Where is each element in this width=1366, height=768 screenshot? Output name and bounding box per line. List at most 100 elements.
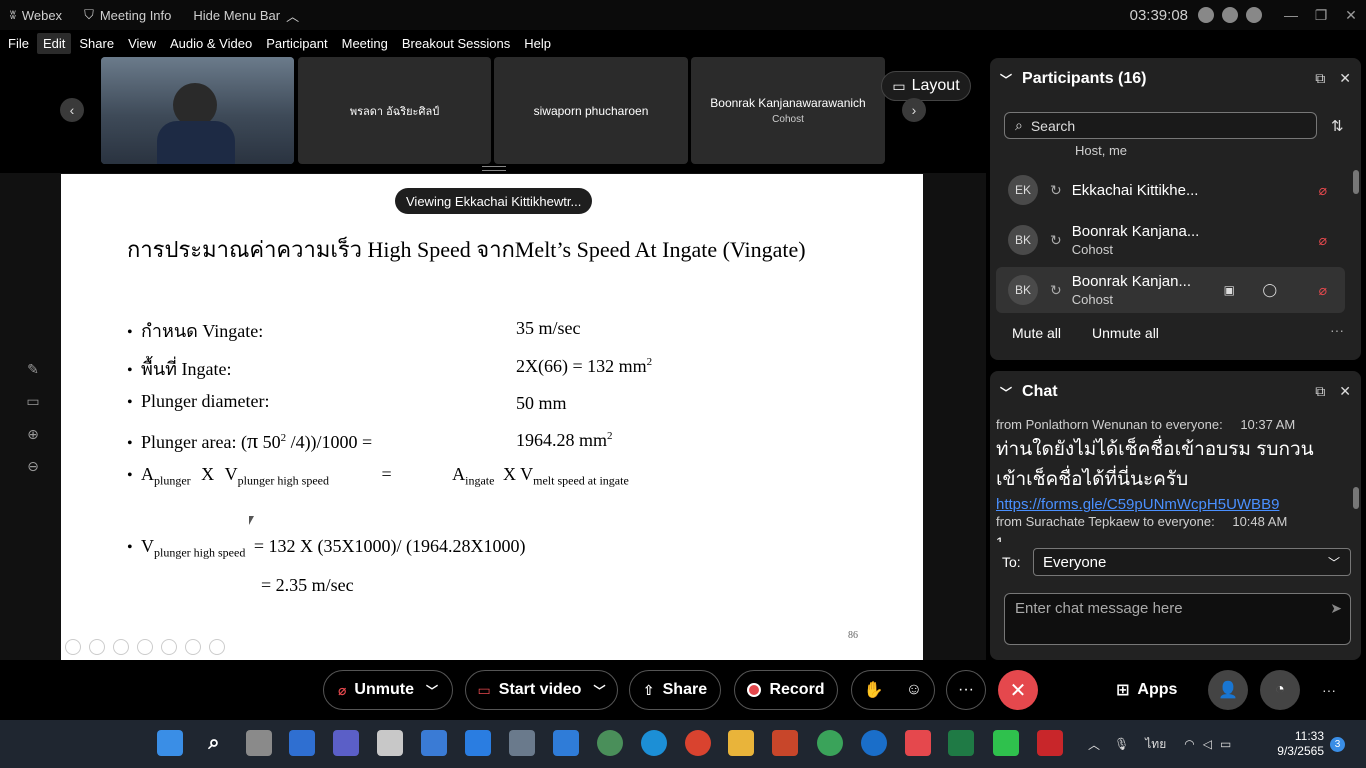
microphone-icon[interactable]: 🎙 (1114, 737, 1129, 751)
participants-header[interactable]: ﹀ Participants (16) (1000, 70, 1147, 88)
annotate-prev-icon[interactable] (65, 639, 81, 655)
raise-hand-icon[interactable]: ✋ (864, 680, 884, 700)
taskbar-clock[interactable]: 11:33 9/3/2565 (1272, 729, 1324, 759)
task-view-icon[interactable] (246, 730, 272, 756)
file-explorer-icon[interactable] (728, 730, 754, 756)
toolbar-overflow-icon[interactable]: ··· (1322, 682, 1336, 698)
wifi-icon[interactable]: ◠ (1184, 737, 1194, 751)
battery-icon[interactable]: ▭ (1220, 737, 1231, 751)
widgets-icon[interactable] (289, 730, 315, 756)
participant-row[interactable]: EK ↻ Ekkachai Kittikhe... ⌀ (996, 167, 1345, 213)
annotate-more-icon[interactable] (209, 639, 225, 655)
annotate-copy-icon[interactable] (137, 639, 153, 655)
windows-start-icon[interactable] (157, 730, 183, 756)
notepad-icon[interactable] (421, 730, 447, 756)
mail-icon[interactable] (465, 730, 491, 756)
strip-prev-icon[interactable]: ‹ (60, 98, 84, 122)
scrollbar-thumb[interactable] (1353, 170, 1359, 194)
leave-meeting-button[interactable]: ✕ (998, 670, 1038, 710)
notification-badge[interactable]: 3 (1330, 737, 1345, 752)
menu-participant[interactable]: Participant (260, 33, 333, 54)
participants-more-icon[interactable]: ··· (1330, 322, 1344, 338)
video-tile-1[interactable]: พรลดา อัฉริยะศิลป์ (298, 57, 491, 164)
chat-message-link[interactable]: https://forms.gle/C59pUNmWcpH5UWBB9 (996, 496, 1279, 513)
strip-next-icon[interactable]: › (902, 98, 926, 122)
close-window-icon[interactable]: ✕ (1336, 0, 1366, 30)
record-button[interactable]: Record (734, 670, 838, 710)
calculator-icon[interactable] (509, 730, 535, 756)
mic-muted-icon[interactable]: ⌀ (1319, 282, 1327, 299)
participant-search-input[interactable]: ⌕ Search (1004, 112, 1317, 139)
stats-icon[interactable] (1246, 7, 1262, 23)
line-icon[interactable] (993, 730, 1019, 756)
input-language[interactable]: ไทย (1145, 735, 1166, 754)
anydesk-icon[interactable] (905, 730, 931, 756)
mute-all-button[interactable]: Mute all (1012, 325, 1061, 341)
meeting-info-button[interactable]: ⛉ Meeting Info (84, 7, 171, 23)
chat-bubble-icon[interactable]: ◯ (1262, 282, 1277, 298)
popout-icon[interactable]: ⧉ (1315, 383, 1325, 400)
layout-button[interactable]: ▭ Layout (881, 71, 971, 101)
chat-header[interactable]: ﹀ Chat (1000, 383, 1058, 401)
annotate-pen-icon[interactable] (113, 639, 129, 655)
teams-icon[interactable] (333, 730, 359, 756)
unmute-all-button[interactable]: Unmute all (1092, 325, 1159, 341)
menu-share[interactable]: Share (73, 33, 120, 54)
close-panel-icon[interactable]: ✕ (1339, 383, 1351, 400)
chrome-icon[interactable] (685, 730, 711, 756)
sort-icon[interactable]: ⇅ (1331, 117, 1344, 135)
minimize-icon[interactable]: — (1276, 0, 1306, 30)
annotate-tool-icon[interactable]: ✎ (24, 360, 42, 378)
video-tile-3[interactable]: Boonrak Kanjanawarawanich Cohost (691, 57, 885, 164)
video-tile-self[interactable] (101, 57, 294, 164)
powerpoint-icon[interactable] (772, 730, 798, 756)
apps-button[interactable]: ⊞ Apps (1116, 680, 1177, 700)
mic-muted-icon[interactable]: ⌀ (1319, 182, 1327, 199)
screen-tool-icon[interactable]: ▭ (24, 392, 42, 410)
emoji-icon[interactable]: ☺ (906, 681, 922, 699)
menu-meeting[interactable]: Meeting (336, 33, 394, 54)
menu-edit[interactable]: Edit (36, 33, 72, 54)
participants-scrollbar[interactable] (1353, 150, 1359, 310)
strip-resize-handle[interactable] (482, 166, 506, 171)
chat-recipient-select[interactable]: Everyone ﹀ (1033, 548, 1351, 576)
tray-chevron-up-icon[interactable]: ︿ (1088, 736, 1100, 753)
chat-toggle-button[interactable]: ◔ (1260, 670, 1300, 710)
chrome-profile-icon[interactable] (817, 730, 843, 756)
info-icon[interactable] (1222, 7, 1238, 23)
unmute-button[interactable]: ⌀ Unmute ﹀ (323, 670, 453, 710)
more-options-button[interactable]: ··· (946, 670, 986, 710)
globe-icon[interactable] (597, 730, 623, 756)
edge-icon[interactable] (641, 730, 667, 756)
excel-icon[interactable] (948, 730, 974, 756)
volume-icon[interactable]: ◁ (1203, 737, 1212, 751)
chat-scrollbar[interactable] (1353, 423, 1359, 543)
menu-view[interactable]: View (122, 33, 162, 54)
zoom-out-icon[interactable]: ⊖ (24, 457, 42, 475)
restore-icon[interactable]: ❐ (1306, 0, 1336, 30)
close-panel-icon[interactable]: ✕ (1339, 70, 1351, 87)
chat-message-input[interactable]: Enter chat message here ➤ (1004, 593, 1351, 645)
scrollbar-thumb[interactable] (1353, 487, 1359, 509)
caption-icon[interactable]: ▣ (1224, 283, 1235, 297)
participants-toggle-button[interactable]: 👤 (1208, 670, 1248, 710)
calendar-icon[interactable] (553, 730, 579, 756)
search-icon[interactable]: ⌕ (201, 730, 227, 756)
menu-file[interactable]: File (2, 33, 35, 54)
zoom-in-icon[interactable]: ⊕ (24, 425, 42, 443)
participant-row-hovered[interactable]: BK ↻ Boonrak Kanjan... Cohost ▣ ◯ ⌀ (996, 267, 1345, 313)
menu-help[interactable]: Help (518, 33, 557, 54)
acrobat-icon[interactable] (1037, 730, 1063, 756)
annotate-image-icon[interactable] (185, 639, 201, 655)
popout-icon[interactable]: ⧉ (1315, 70, 1325, 87)
hide-menu-bar-button[interactable]: Hide Menu Bar ︿ (193, 6, 299, 25)
annotate-zoom-icon[interactable] (161, 639, 177, 655)
snipping-tool-icon[interactable] (377, 730, 403, 756)
share-button[interactable]: ⇧ Share (629, 670, 721, 710)
participant-row[interactable]: BK ↻ Boonrak Kanjana... Cohost ⌀ (996, 217, 1345, 263)
send-icon[interactable]: ➤ (1330, 600, 1342, 617)
annotate-next-icon[interactable] (89, 639, 105, 655)
start-video-button[interactable]: ▭ Start video ﹀ (465, 670, 618, 710)
mic-muted-icon[interactable]: ⌀ (1319, 232, 1327, 249)
menu-audio-video[interactable]: Audio & Video (164, 33, 258, 54)
